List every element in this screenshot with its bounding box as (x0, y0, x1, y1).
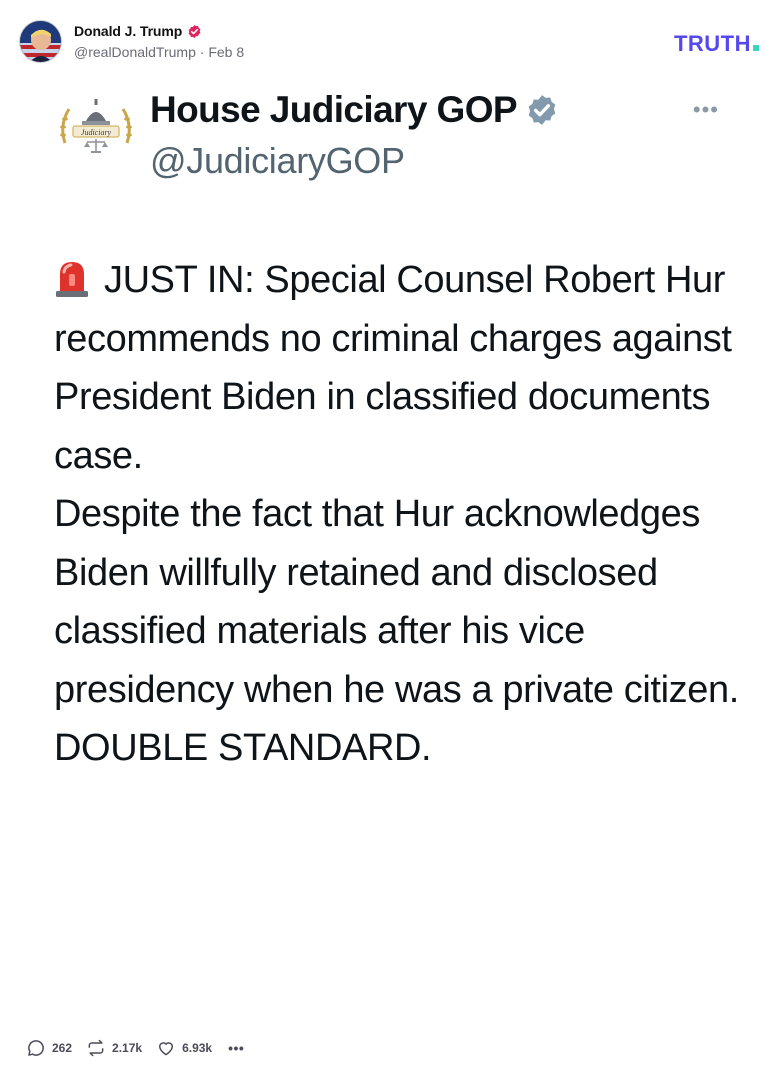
tweet-more-icon: ••• (692, 97, 719, 122)
embedded-tweet-image[interactable]: Judiciary House Judiciary GOP @Judiciary… (19, 75, 759, 1015)
judiciary-seal-logo: Judiciary (60, 99, 132, 153)
verified-badge-icon (188, 24, 201, 38)
tweet-author-row: House Judiciary GOP (150, 89, 559, 131)
seal-banner-text: Judiciary (81, 128, 112, 137)
tweet-display-name: House Judiciary GOP (150, 89, 518, 130)
retruth-button[interactable]: 2.17k (86, 1038, 142, 1058)
truth-logo-dot (753, 45, 759, 51)
heart-icon (159, 1042, 174, 1056)
like-count: 6.93k (182, 1041, 213, 1055)
truth-logo-text: TRUTH (673, 31, 751, 56)
tweet-body: JUST IN: Special Counsel Robert Hur reco… (54, 251, 744, 778)
author-name[interactable]: Donald J. Trump (74, 23, 182, 39)
tweet-paragraph: DOUBLE STANDARD. (54, 727, 432, 769)
post-header: Donald J. Trump @realDonaldTrump · Feb 8… (19, 20, 759, 66)
verified-badge-icon (528, 95, 556, 125)
author-block: Donald J. Trump @realDonaldTrump · Feb 8 (74, 23, 244, 60)
author-meta: @realDonaldTrump · Feb 8 (74, 44, 244, 60)
post-date[interactable]: Feb 8 (208, 44, 244, 60)
repost-icon (88, 1039, 104, 1057)
avatar[interactable] (19, 20, 62, 63)
tweet-handle: @JudiciaryGOP (150, 140, 405, 181)
tweet-paragraph-text: JUST IN: Special Counsel Robert Hur reco… (54, 259, 732, 477)
comment-icon (28, 1040, 44, 1056)
tweet-paragraph: Despite the fact that Hur acknowledges B… (54, 493, 739, 711)
more-dots-icon[interactable]: ••• (228, 1040, 244, 1056)
avatar-image (20, 21, 61, 62)
reply-button[interactable]: 262 (26, 1038, 72, 1058)
author-handle[interactable]: @realDonaldTrump (74, 44, 196, 60)
like-button[interactable]: 6.93k (156, 1038, 212, 1058)
meta-separator: · (199, 44, 205, 60)
post-action-bar: 262 2.17k 6.93k ••• (26, 1038, 244, 1058)
tweet-paragraph: JUST IN: Special Counsel Robert Hur reco… (54, 251, 744, 485)
reply-count: 262 (52, 1041, 73, 1055)
retruth-count: 2.17k (112, 1041, 143, 1055)
truth-logo[interactable]: TRUTH (674, 31, 759, 57)
police-siren-icon (56, 262, 88, 297)
